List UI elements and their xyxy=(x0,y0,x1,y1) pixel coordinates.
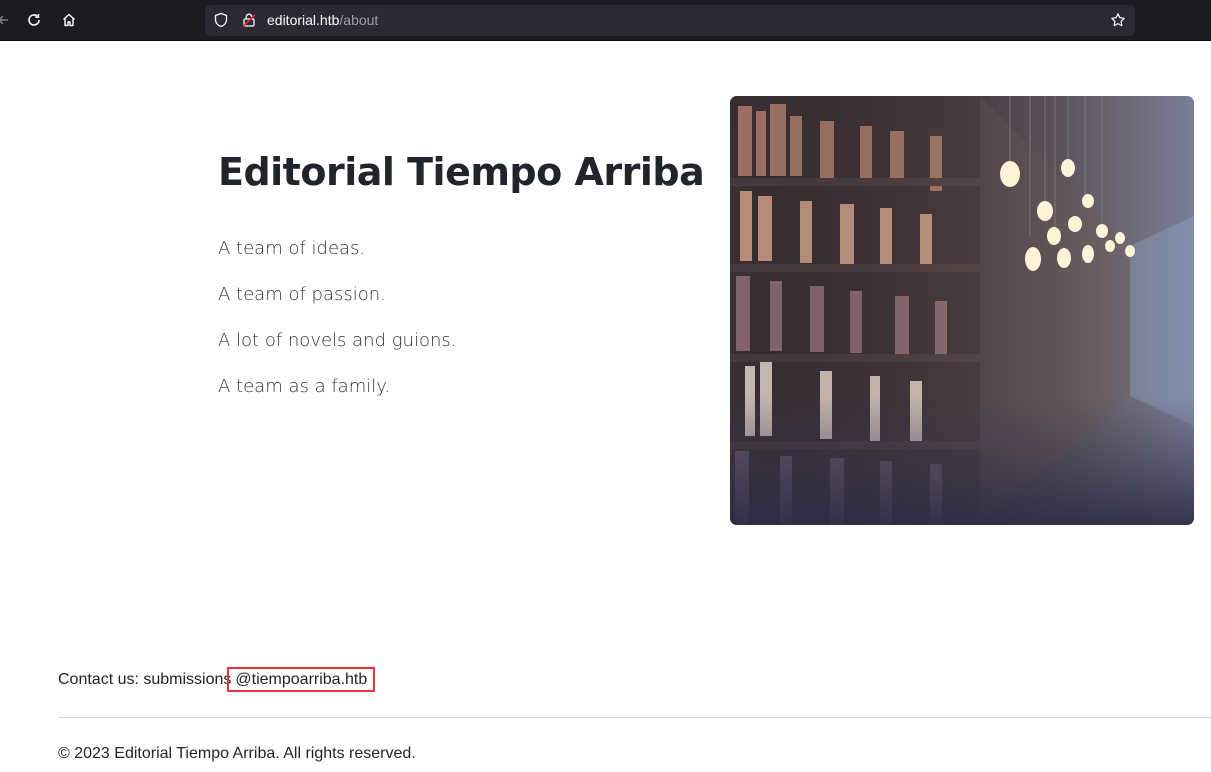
star-icon[interactable] xyxy=(1110,12,1126,28)
shield-icon[interactable] xyxy=(213,12,229,28)
tagline-ideas: A team of ideas. xyxy=(218,238,366,259)
tagline-family: A team as a family. xyxy=(218,376,391,397)
home-icon xyxy=(63,13,75,27)
url-text[interactable]: editorial.htb/about xyxy=(267,12,378,28)
lock-icon[interactable] xyxy=(241,12,257,28)
contact-email-domain[interactable]: @tiempoarriba.htb xyxy=(227,667,376,692)
footer-divider xyxy=(58,717,1211,718)
home-button[interactable] xyxy=(56,7,82,33)
reload-icon xyxy=(28,14,40,26)
contact-line: Contact us: submissions @tiempoarriba.htb xyxy=(58,667,376,692)
url-host: editorial.htb xyxy=(267,12,340,28)
tagline-passion: A team of passion. xyxy=(218,284,386,305)
library-bookshelf-image xyxy=(730,96,1194,525)
reload-button[interactable] xyxy=(21,7,47,33)
back-icon xyxy=(0,15,8,25)
page-title: Editorial Tiempo Arriba xyxy=(218,150,705,194)
address-bar[interactable]: editorial.htb/about xyxy=(205,5,1135,36)
url-path: /about xyxy=(339,12,379,28)
contact-prefix: Contact us: submissions xyxy=(58,671,232,688)
tagline-novels: A lot of novels and guions. xyxy=(218,330,457,351)
back-button[interactable] xyxy=(0,7,16,33)
copyright-text: © 2023 Editorial Tiempo Arriba. All righ… xyxy=(58,745,416,762)
browser-toolbar: editorial.htb/about xyxy=(0,0,1211,41)
